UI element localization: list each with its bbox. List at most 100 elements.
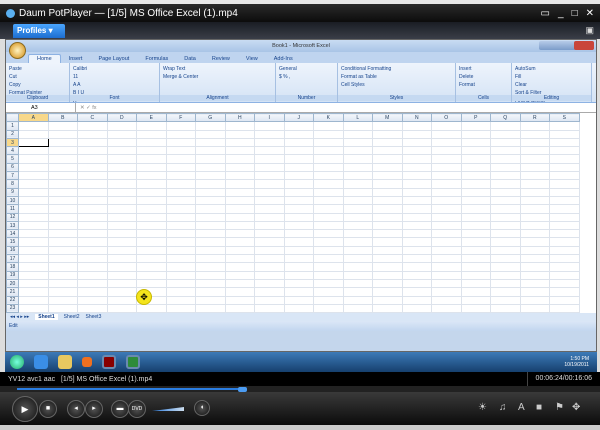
cell-A15[interactable] (18, 237, 49, 247)
cell-J2[interactable] (283, 129, 314, 139)
cell-Q23[interactable] (490, 303, 521, 313)
cell-G2[interactable] (195, 129, 226, 139)
cell-B10[interactable] (47, 195, 78, 206)
play-button[interactable]: ▶ (12, 396, 38, 422)
cell-G3[interactable] (195, 137, 226, 148)
cell-R19[interactable] (519, 270, 550, 280)
cell-H16[interactable] (224, 245, 255, 256)
cell-Q8[interactable] (490, 179, 521, 189)
cell-R22[interactable] (519, 295, 550, 305)
ribbon-item[interactable]: Cell Styles (341, 81, 452, 89)
cell-H6[interactable] (224, 162, 255, 173)
cell-D12[interactable] (106, 212, 137, 222)
cell-C9[interactable] (77, 187, 108, 197)
cell-C1[interactable] (77, 121, 108, 131)
cell-M11[interactable] (372, 204, 403, 214)
cell-E9[interactable] (136, 187, 167, 197)
row-header[interactable]: 3 (6, 137, 19, 148)
cell-I11[interactable] (254, 204, 285, 214)
cell-G12[interactable] (195, 212, 226, 222)
cell-D10[interactable] (106, 195, 137, 206)
row-header[interactable]: 6 (6, 162, 19, 173)
cell-O13[interactable] (431, 220, 462, 231)
cell-Q22[interactable] (490, 295, 521, 305)
cell-C12[interactable] (77, 212, 108, 222)
cell-J17[interactable] (283, 254, 314, 264)
cell-R8[interactable] (519, 179, 550, 189)
ribbon-item[interactable]: Merge & Center (163, 73, 272, 81)
cell-F14[interactable] (165, 229, 196, 239)
cell-A10[interactable] (18, 195, 49, 206)
sheet-tab-sheet3[interactable]: Sheet3 (86, 314, 102, 320)
row-header[interactable]: 19 (6, 270, 19, 280)
cell-S6[interactable] (549, 162, 580, 173)
ribbon-item[interactable]: 11 (73, 73, 156, 81)
cell-J8[interactable] (283, 179, 314, 189)
cell-A22[interactable] (18, 295, 49, 305)
cell-P12[interactable] (460, 212, 491, 222)
cell-O2[interactable] (431, 129, 462, 139)
cell-P18[interactable] (460, 262, 491, 272)
cell-L14[interactable] (342, 229, 373, 239)
cell-S18[interactable] (549, 262, 580, 272)
cell-P5[interactable] (460, 154, 491, 164)
cell-Q16[interactable] (490, 245, 521, 256)
cell-I13[interactable] (254, 220, 285, 231)
cell-B20[interactable] (47, 278, 78, 289)
cell-S17[interactable] (549, 254, 580, 264)
cell-R10[interactable] (519, 195, 550, 206)
cell-J11[interactable] (283, 204, 314, 214)
cell-M9[interactable] (372, 187, 403, 197)
cell-M8[interactable] (372, 179, 403, 189)
ribbon-tab-review[interactable]: Review (204, 55, 238, 63)
cell-H10[interactable] (224, 195, 255, 206)
cell-Q10[interactable] (490, 195, 521, 206)
cell-G20[interactable] (195, 278, 226, 289)
cell-R18[interactable] (519, 262, 550, 272)
cell-R3[interactable] (519, 137, 550, 148)
cell-G17[interactable] (195, 254, 226, 264)
cell-E12[interactable] (136, 212, 167, 222)
cell-H21[interactable] (224, 287, 255, 297)
cell-D20[interactable] (106, 278, 137, 289)
cell-O5[interactable] (431, 154, 462, 164)
cell-I8[interactable] (254, 179, 285, 189)
cell-E5[interactable] (136, 154, 167, 164)
cell-A23[interactable] (18, 303, 49, 313)
cell-C17[interactable] (77, 254, 108, 264)
ribbon-tab-insert[interactable]: Insert (61, 55, 91, 63)
cell-A13[interactable] (18, 220, 49, 231)
mute-button[interactable]: ◖ (194, 400, 210, 416)
cell-M10[interactable] (372, 195, 403, 206)
cell-M23[interactable] (372, 303, 403, 313)
profiles-button[interactable]: Profiles ▾ (13, 24, 65, 38)
cell-C2[interactable] (77, 129, 108, 139)
cell-G6[interactable] (195, 162, 226, 173)
cell-A17[interactable] (18, 254, 49, 264)
row-header[interactable]: 20 (6, 278, 19, 289)
sheet-tab-sheet1[interactable]: Sheet1 (35, 314, 58, 320)
cell-H12[interactable] (224, 212, 255, 222)
cell-O6[interactable] (431, 162, 462, 173)
column-header[interactable]: C (77, 113, 108, 123)
cell-M17[interactable] (372, 254, 403, 264)
ribbon-item[interactable]: Fill (515, 73, 588, 81)
cell-I23[interactable] (254, 303, 285, 313)
cell-F5[interactable] (165, 154, 196, 164)
cell-R13[interactable] (519, 220, 550, 231)
cell-P1[interactable] (460, 121, 491, 131)
cell-K2[interactable] (313, 129, 344, 139)
cell-O18[interactable] (431, 262, 462, 272)
cell-A4[interactable] (18, 146, 49, 156)
cell-I22[interactable] (254, 295, 285, 305)
cell-C23[interactable] (77, 303, 108, 313)
cell-E1[interactable] (136, 121, 167, 131)
cell-S2[interactable] (549, 129, 580, 139)
cell-F12[interactable] (165, 212, 196, 222)
cell-F8[interactable] (165, 179, 196, 189)
cell-G15[interactable] (195, 237, 226, 247)
row-header[interactable]: 23 (6, 303, 19, 313)
cell-Q11[interactable] (490, 204, 521, 214)
prev-button[interactable]: ◂ (67, 400, 85, 418)
cell-N10[interactable] (401, 195, 432, 206)
